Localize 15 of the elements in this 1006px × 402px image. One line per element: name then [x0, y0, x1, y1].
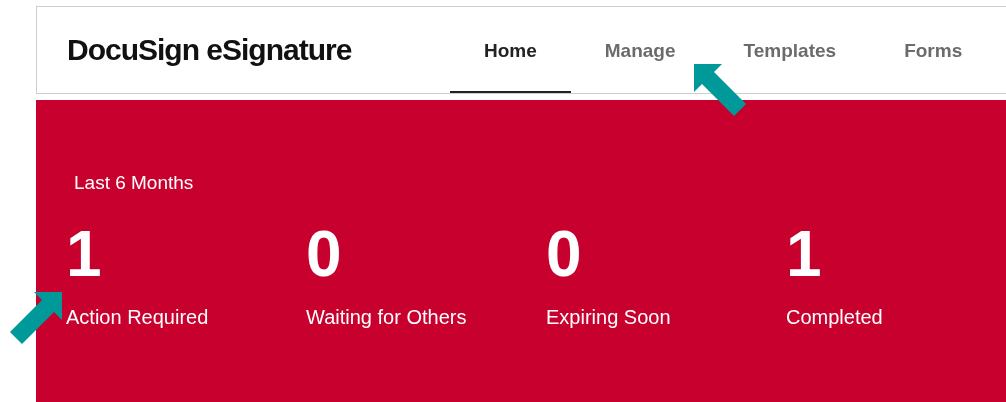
callout-arrow-icon — [692, 62, 748, 118]
nav-tab[interactable]: Manage — [570, 11, 710, 93]
stat-count[interactable]: 0 — [546, 222, 582, 286]
stat-label[interactable]: Expiring Soon — [546, 306, 671, 329]
stat-count[interactable]: 1 — [786, 222, 822, 286]
stat-label[interactable]: Waiting for Others — [306, 306, 467, 329]
stat-count[interactable]: 1 — [66, 222, 102, 286]
stat-label[interactable]: Action Required — [66, 306, 209, 329]
nav-tab[interactable]: Home — [450, 11, 571, 93]
logo: DocuSign eSignature — [67, 33, 353, 67]
stat-label[interactable]: Completed — [786, 306, 883, 329]
nav-tab[interactable]: Forms — [870, 11, 997, 93]
nav-tab[interactable]: Templates — [709, 11, 871, 93]
stat-count[interactable]: 0 — [306, 222, 342, 286]
period-label: Last 6 Months — [74, 172, 195, 194]
